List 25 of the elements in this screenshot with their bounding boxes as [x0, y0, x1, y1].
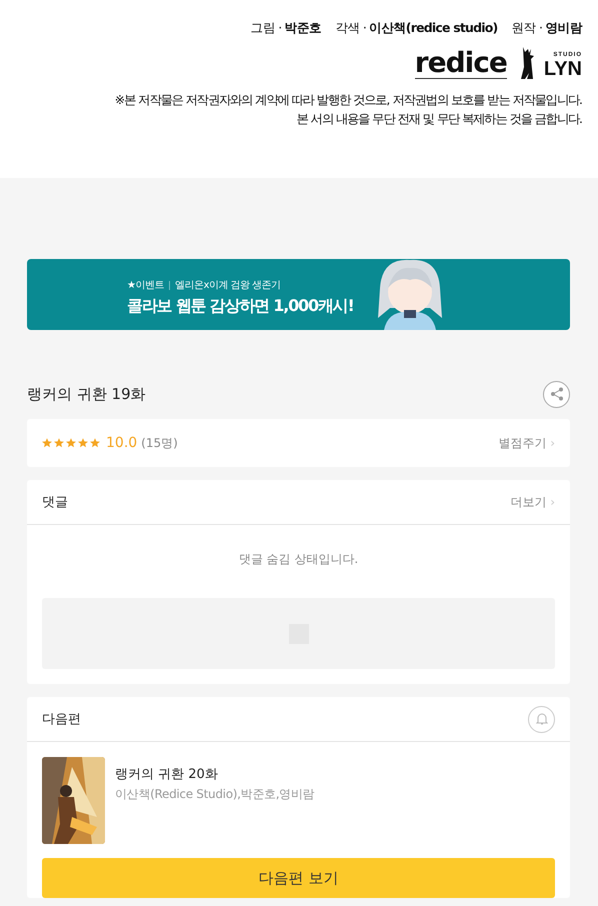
next-episode-button[interactable]: 다음편 보기: [42, 858, 555, 898]
episode-title: 랭커의 귀환 19화: [27, 384, 146, 404]
share-icon: [550, 387, 564, 401]
more-link[interactable]: 더보기 ›: [510, 494, 555, 510]
event-subtitle: 엘리온x이계 검왕 생존기: [174, 279, 281, 292]
studio-logo: redice: [414, 48, 507, 78]
credit-text: 각색 · 이산책(redice studio): [335, 20, 498, 37]
rating-count: (15명): [141, 434, 178, 452]
credit-text: 그림 · 박준호: [250, 20, 322, 37]
authors-text: 이산책(Redice Studio),박준호,영비람: [115, 786, 314, 803]
rating-score: 10.0: [106, 435, 138, 451]
section-title: 다음편: [42, 711, 81, 728]
bell-icon: [536, 712, 548, 726]
event-tag: ★이벤트: [127, 278, 164, 292]
event-banner[interactable]: ★이벤트 엘리온x이계 검왕 생존기 콜라보 웹툰 감상하면 1,000캐시!: [27, 259, 570, 330]
copyright-notice: 본 서의 내용을 무단 전재 및 무단 복제하는 것을 금합니다.: [296, 111, 582, 128]
rate-link[interactable]: 별점주기 ›: [498, 434, 555, 452]
event-headline: 콜라보 웹툰 감상하면 1,000캐시!: [127, 296, 354, 317]
share-button[interactable]: [543, 380, 570, 408]
section-title: 댓글: [42, 494, 68, 511]
next-episode-title[interactable]: 랭커의 귀환 20화: [115, 765, 314, 783]
credit-text: 원작 · 영비람: [511, 20, 582, 37]
notification-button[interactable]: [528, 706, 555, 732]
copyright-notice: ※본 저작물은 저작권자와의 계약에 따라 발행한 것으로, 저작권법의 보호를 받는 저작물입니다.: [114, 92, 582, 109]
hidden-comments-message: 댓글 숨김 상태입니다.: [238, 551, 360, 568]
